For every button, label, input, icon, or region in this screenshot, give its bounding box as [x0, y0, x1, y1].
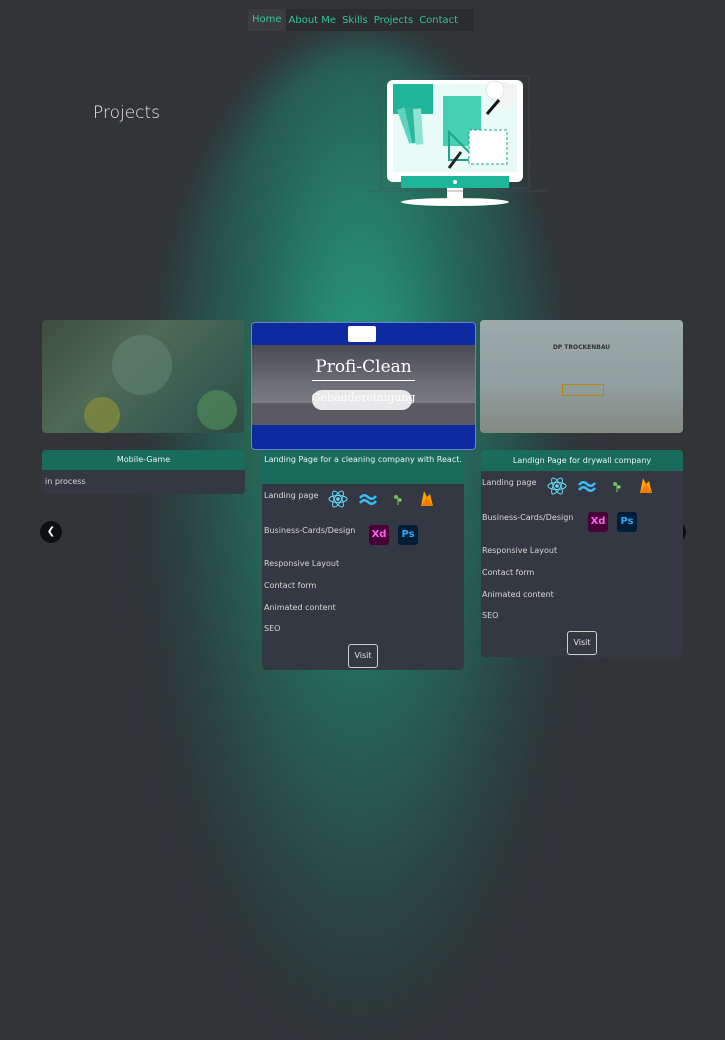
project-card-profi-clean: Landing Page for a cleaning company with…	[262, 450, 464, 670]
feature-seo: SEO	[264, 624, 281, 633]
feature-animated: Animated content	[482, 590, 554, 599]
card-status: in process	[45, 477, 86, 486]
project-card-mobile-game: Mobile-Game in process	[42, 450, 245, 494]
tailwind-icon	[359, 494, 377, 505]
feature-animated: Animated content	[264, 603, 336, 612]
visit-button[interactable]: Visit	[567, 631, 597, 655]
mobile-game-preview-image	[42, 320, 244, 433]
chevron-left-icon: ❮	[46, 526, 56, 537]
feature-landing-page: Landing page	[264, 491, 319, 500]
feature-responsive: Responsive Layout	[482, 546, 558, 555]
feature-contact-form: Contact form	[482, 568, 535, 577]
feature-business-cards: Business-Cards/Design	[264, 526, 356, 535]
feature-business-cards: Business-Cards/Design	[482, 513, 574, 522]
nav-contact[interactable]: Contact	[416, 15, 461, 26]
adobe-xd-icon: Xd	[369, 525, 389, 545]
carousel-prev-button[interactable]: ❮	[40, 521, 62, 543]
feature-seo: SEO	[482, 611, 499, 620]
profi-clean-preview-image: Profi-Clean Gebäudereinigung	[251, 322, 476, 450]
card-title: Landing Page for a cleaning company with…	[262, 450, 464, 484]
plant-icon	[613, 482, 621, 492]
feature-landing-page: Landing page	[482, 478, 537, 487]
drywall-preview-image: DP TROCKENBAU	[480, 320, 683, 433]
react-icon	[547, 477, 567, 495]
adobe-xd-icon: Xd	[588, 512, 608, 532]
nav-home[interactable]: Home	[248, 9, 286, 31]
card-title: Landign Page for drywall company	[481, 450, 683, 471]
feature-responsive: Responsive Layout	[264, 559, 340, 568]
game-artwork	[84, 335, 237, 433]
photoshop-icon: Ps	[398, 525, 418, 545]
top-nav: Home About Me Skills Projects Contact	[248, 9, 474, 31]
design-workstation-illustration	[365, 75, 547, 206]
site-subtitle: Gebäudereinigung	[311, 391, 416, 404]
feature-contact-form: Contact form	[264, 581, 317, 590]
site-brand: DP TROCKENBAU	[552, 344, 611, 351]
nav-about-me[interactable]: About Me	[286, 15, 340, 26]
site-brand: Profi-Clean	[315, 357, 412, 377]
photoshop-icon: Ps	[617, 512, 637, 532]
site-logo	[348, 326, 376, 342]
tailwind-icon	[578, 481, 596, 492]
nav-skills[interactable]: Skills	[339, 15, 371, 26]
react-icon	[328, 490, 348, 508]
office-photo: Profi-Clean Gebäudereinigung	[252, 345, 475, 425]
firebase-icon	[421, 491, 433, 506]
firebase-icon	[640, 478, 652, 493]
project-card-drywall: Landign Page for drywall company Landing…	[481, 450, 683, 657]
nav-projects[interactable]: Projects	[371, 15, 416, 26]
visit-button[interactable]: Visit	[348, 644, 378, 668]
plant-icon	[394, 495, 402, 505]
card-title: Mobile-Game	[42, 450, 245, 470]
page-title: Projects	[93, 103, 161, 123]
